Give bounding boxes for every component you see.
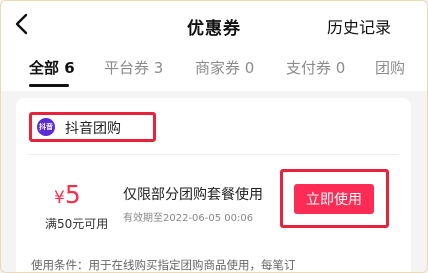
tab-payment[interactable]: 支付券 0 [286,57,345,78]
card-divider [28,154,399,155]
coupon-list: 抖音 抖音团购 ¥5 满50元可用 仅限部分团购套餐使用 有效期至2022-06… [1,91,427,272]
usage-condition: 使用条件：用于在线购买指定团购商品使用，每笔订 [31,258,296,272]
coupon-threshold: 满50元可用 [45,217,109,231]
use-now-button[interactable]: 立即使用 [294,184,374,214]
coupon-page: 优惠券 历史记录 全部 6 平台券 3 商家券 0 支付券 0 团购 抖音 抖音… [0,0,428,273]
tab-platform[interactable]: 平台券 3 [104,57,163,78]
active-tab-indicator [29,84,69,87]
merchant-logo-icon: 抖音 [37,118,55,136]
history-link[interactable]: 历史记录 [327,14,391,38]
coupon-card: 抖音 抖音团购 ¥5 满50元可用 仅限部分团购套餐使用 有效期至2022-06… [16,98,411,272]
amount-value: 5 [64,180,81,209]
tab-merchant[interactable]: 商家券 0 [195,57,254,78]
coupon-amount: ¥5 [54,180,81,209]
tab-group-buy[interactable]: 团购 [375,57,405,78]
merchant-name: 抖音团购 [65,121,121,137]
merchant-header-highlight[interactable]: 抖音 抖音团购 [29,112,156,142]
use-button-highlight: 立即使用 [280,169,389,228]
currency-symbol: ¥ [54,188,65,208]
coupon-tabs: 全部 6 平台券 3 商家券 0 支付券 0 团购 [1,57,427,87]
tab-all[interactable]: 全部 6 [29,57,75,78]
coupon-description: 仅限部分团购套餐使用 [123,187,263,203]
coupon-validity: 有效期至2022-06-05 00:06 [123,213,254,224]
